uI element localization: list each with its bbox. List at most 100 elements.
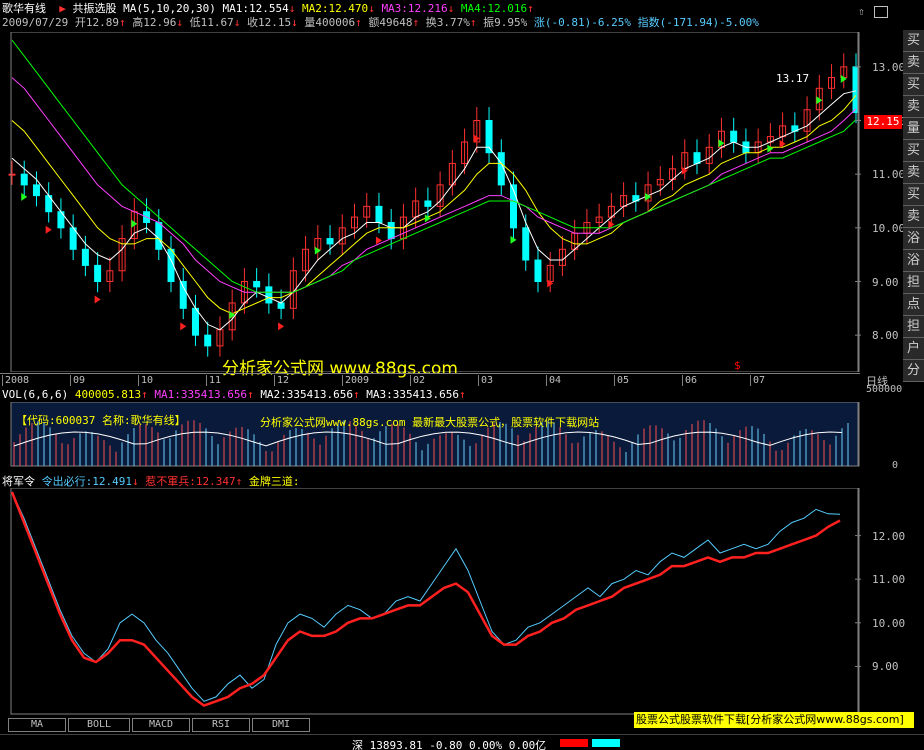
price-tick: 10.00 bbox=[872, 221, 906, 235]
price-tick: 13.00 bbox=[872, 60, 906, 74]
indicator-chart[interactable] bbox=[0, 488, 924, 716]
candle-body bbox=[20, 173, 28, 186]
side-tab[interactable]: 卖 bbox=[903, 162, 924, 184]
candle-body bbox=[94, 264, 102, 282]
stock-name[interactable]: 歌华有线 bbox=[2, 2, 46, 15]
tab-macd[interactable]: MACD bbox=[132, 718, 190, 732]
indicator-tick: 11.00 bbox=[872, 573, 906, 587]
quote-amplitude: 振9.95% bbox=[483, 16, 528, 29]
quote-close: 收12.15 bbox=[246, 16, 292, 29]
volume-tick-high: 500000 bbox=[866, 384, 903, 395]
volume-value: 400005.813 bbox=[74, 388, 142, 401]
indicator-line1: 令出必行:12.491 bbox=[41, 475, 132, 488]
quote-open: 开12.89 bbox=[74, 16, 119, 29]
indicator-tick: 10.00 bbox=[872, 616, 906, 630]
indicator-tick: 12.00 bbox=[872, 529, 906, 543]
ma2-value: MA2:12.470 bbox=[301, 2, 369, 15]
side-tab[interactable]: 买 bbox=[903, 30, 924, 52]
status-cyan-bar bbox=[592, 739, 620, 747]
candle-body bbox=[265, 286, 273, 304]
window-toggle-icon[interactable] bbox=[874, 6, 888, 18]
indicator-line2: 惹不軍兵:12.347 bbox=[145, 475, 236, 488]
time-label: 05 bbox=[614, 375, 629, 386]
quote-index: 指数(-171.94)-5.00% bbox=[637, 16, 759, 29]
side-tab[interactable]: 买 bbox=[903, 74, 924, 96]
tab-dmi[interactable]: DMI bbox=[252, 718, 310, 732]
time-label: 09 bbox=[70, 375, 85, 386]
quote-amount: 额49648 bbox=[368, 16, 413, 29]
ma-line-4 bbox=[11, 39, 857, 293]
side-tab-strip: 买卖买卖量买卖买卖浴浴担点担户分 bbox=[903, 30, 924, 390]
time-label: 2009 bbox=[342, 375, 369, 386]
time-label: 06 bbox=[682, 375, 697, 386]
side-tab[interactable]: 户 bbox=[903, 338, 924, 360]
ma-params: MA(5,10,20,30) bbox=[123, 2, 216, 15]
side-tab[interactable]: 买 bbox=[903, 184, 924, 206]
candle-body bbox=[8, 173, 16, 176]
side-tab[interactable]: 浴 bbox=[903, 250, 924, 272]
tab-ma[interactable]: MA bbox=[8, 718, 66, 732]
dollar-marker-icon: $ bbox=[734, 359, 741, 372]
side-tab[interactable]: 卖 bbox=[903, 96, 924, 118]
sell-marker bbox=[45, 225, 52, 234]
ma-line-2 bbox=[11, 94, 857, 315]
side-tab[interactable]: 担 bbox=[903, 316, 924, 338]
side-tab[interactable]: 买 bbox=[903, 140, 924, 162]
indicator-arrow-icon: ▶ bbox=[52, 2, 66, 15]
pin-icon[interactable]: ⇧ bbox=[858, 6, 870, 18]
candle-body bbox=[32, 184, 40, 197]
time-label: 03 bbox=[478, 375, 493, 386]
sell-marker bbox=[180, 322, 187, 331]
tab-rsi[interactable]: RSI bbox=[192, 718, 250, 732]
price-tick: 11.00 bbox=[872, 168, 906, 182]
ma4-value: MA4:12.016 bbox=[460, 2, 528, 15]
indicator-name[interactable]: 共振选股 bbox=[73, 2, 117, 15]
time-label: 10 bbox=[138, 375, 153, 386]
side-tab[interactable]: 点 bbox=[903, 294, 924, 316]
volume-header: VOL(6,6,6) 400005.813↑ MA1:335413.656↑ M… bbox=[2, 388, 466, 401]
side-tab[interactable]: 卖 bbox=[903, 52, 924, 74]
peak-price-label: 13.17 bbox=[776, 72, 810, 85]
ma1-value: MA1:12.554 bbox=[222, 2, 289, 15]
candle-body bbox=[253, 281, 261, 288]
indicator-header: 将军令 令出必行:12.491↓ 惹不軍兵:12.347↑ 金牌三道: bbox=[2, 475, 300, 488]
price-tick: 9.00 bbox=[872, 275, 899, 289]
quote-change: 涨(-0.81)-6.25% bbox=[533, 16, 631, 29]
ma-line-3 bbox=[11, 77, 857, 293]
indicator-frame bbox=[10, 488, 860, 715]
time-label: 02 bbox=[410, 375, 425, 386]
indicator-line3: 金牌三道: bbox=[248, 475, 300, 488]
candle-body bbox=[730, 130, 738, 143]
volume-ma3: MA3:335413.656 bbox=[366, 388, 459, 401]
time-label: 12 bbox=[274, 375, 289, 386]
footer-ad[interactable]: 股票公式股票软件下载[分析家公式网www.88gs.com] bbox=[634, 712, 914, 728]
ma-line-1 bbox=[11, 90, 857, 331]
header-row-2: 2009/07/29 开12.89↑ 高12.96↓ 低11.67↓ 收12.1… bbox=[2, 16, 759, 29]
price-tick: 8.00 bbox=[872, 329, 899, 343]
time-axis: 2008 09 10 11 12 2009 02 03 04 05 06 07 bbox=[0, 373, 860, 386]
status-bar: 深 13893.81 -0.80 0.00% 0.00亿 bbox=[0, 734, 924, 750]
indicator-axis: 12.00 11.00 10.00 9.00 bbox=[860, 488, 905, 716]
candle-body bbox=[81, 248, 89, 266]
volume-ad-text: 分析家公式网www.88gs.com 最新最大股票公式，股票软件下载网站 bbox=[260, 416, 600, 429]
quote-date: 2009/07/29 bbox=[2, 16, 69, 29]
candle-body bbox=[179, 281, 187, 309]
side-tab[interactable]: 担 bbox=[903, 272, 924, 294]
side-tab[interactable]: 分 bbox=[903, 360, 924, 382]
indicator-line-1 bbox=[11, 491, 841, 702]
candle-body bbox=[424, 200, 432, 207]
tab-boll[interactable]: BOLL bbox=[68, 718, 130, 732]
quote-turnover: 换3.77% bbox=[425, 16, 470, 29]
indicator-title: 将军令 bbox=[2, 475, 35, 488]
candle-body bbox=[191, 307, 199, 336]
candle-body bbox=[155, 221, 163, 250]
side-tab[interactable]: 卖 bbox=[903, 206, 924, 228]
volume-ma2: MA2:335413.656 bbox=[260, 388, 354, 401]
side-tab[interactable]: 量 bbox=[903, 118, 924, 140]
side-tab[interactable]: 浴 bbox=[903, 228, 924, 250]
candle-body bbox=[387, 221, 395, 240]
indicator-tick: 9.00 bbox=[872, 660, 899, 674]
indicator-line-2 bbox=[10, 491, 841, 707]
quote-high: 高12.96 bbox=[132, 16, 177, 29]
candle-body bbox=[693, 152, 701, 164]
